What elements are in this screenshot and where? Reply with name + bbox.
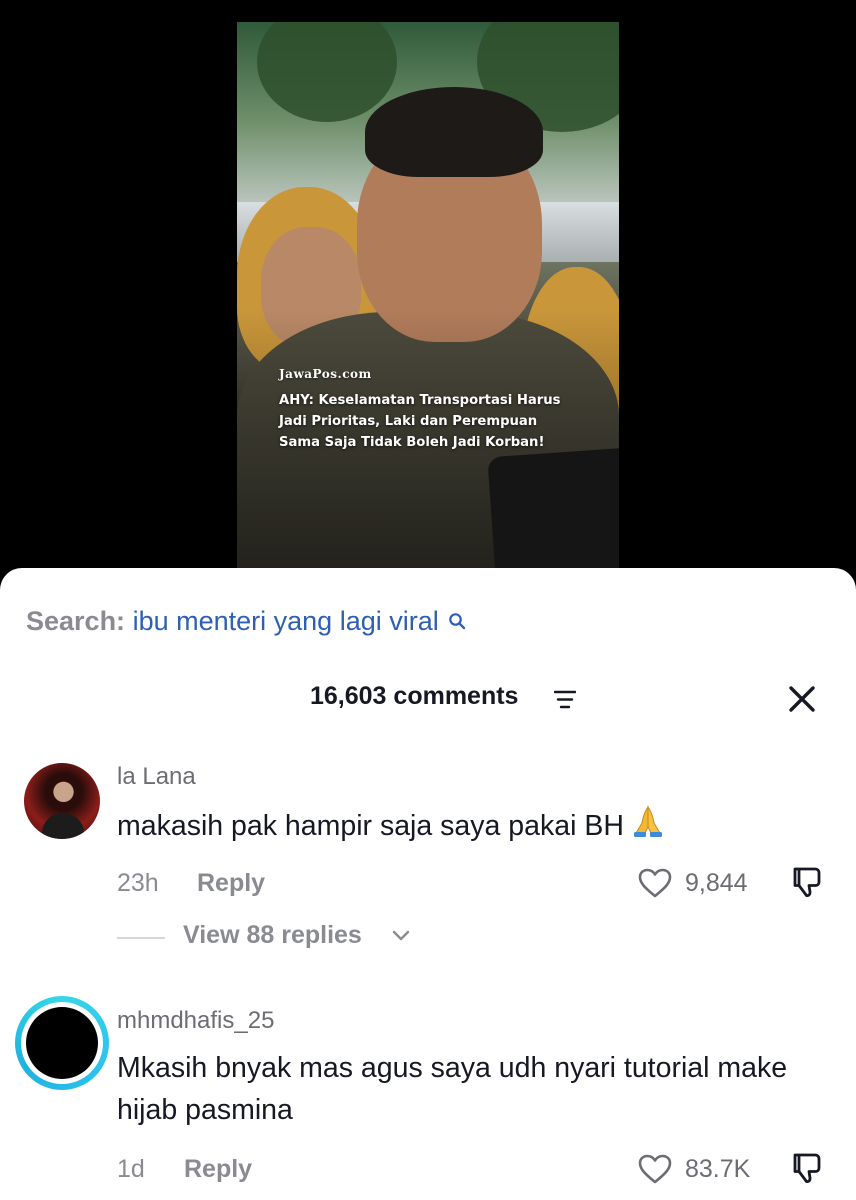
comments-header: 16,603 comments: [0, 680, 856, 720]
comments-count: 16,603 comments: [310, 682, 519, 710]
comment-username[interactable]: mhmdhafis_25: [117, 1007, 274, 1035]
comment-text-content: makasih pak hampir saja saya pakai BH: [117, 810, 624, 842]
heart-icon[interactable]: [637, 1153, 673, 1192]
video-phone: [487, 446, 619, 570]
avatar[interactable]: [24, 763, 100, 839]
avatar[interactable]: [26, 1007, 98, 1079]
like-group: 83.7K: [637, 1153, 847, 1185]
filter-icon[interactable]: [553, 690, 577, 715]
comment-text: Mkasih bnyak mas agus saya udh nyari tut…: [117, 1052, 788, 1126]
search-suggestion[interactable]: Search: ibu menteri yang lagi viral: [26, 606, 466, 637]
comments-sheet: Search: ibu menteri yang lagi viral 16,6…: [0, 568, 856, 1200]
video-frame[interactable]: JawaPos.com AHY: Keselamatan Transportas…: [237, 22, 619, 570]
comment-time: 1d: [117, 1155, 145, 1183]
view-replies-line: [117, 937, 165, 939]
chevron-down-icon[interactable]: [392, 929, 410, 947]
comment-time: 23h: [117, 869, 159, 897]
comment-username[interactable]: la Lana: [117, 763, 196, 791]
like-count: 9,844: [685, 869, 748, 897]
avatar-figure: [42, 813, 84, 839]
heart-icon[interactable]: [637, 867, 673, 906]
close-icon[interactable]: [787, 684, 817, 719]
folded-hands-icon: [630, 803, 666, 851]
video-headline-line: Jadi Prioritas, Laki dan Perempuan: [279, 414, 538, 429]
video-headline: AHY: Keselamatan Transportasi Harus Jadi…: [279, 390, 589, 453]
view-replies-button[interactable]: View 88 replies: [183, 921, 362, 950]
dislike-icon[interactable]: [789, 1151, 825, 1192]
search-prefix: Search:: [26, 606, 126, 636]
search-icon[interactable]: [448, 606, 466, 637]
video-headline-line: Sama Saja Tidak Boleh Jadi Korban!: [279, 435, 545, 450]
comment-text: makasih pak hampir saja saya pakai BH: [117, 803, 837, 851]
video-player[interactable]: JawaPos.com AHY: Keselamatan Transportas…: [0, 0, 856, 600]
video-headline-line: AHY: Keselamatan Transportasi Harus: [279, 393, 561, 408]
dislike-icon[interactable]: [789, 865, 825, 906]
search-term[interactable]: ibu menteri yang lagi viral: [133, 606, 439, 636]
video-brand: JawaPos.com: [279, 367, 372, 381]
video-main-hair: [365, 87, 543, 177]
like-count: 83.7K: [685, 1155, 751, 1183]
like-group: 9,844: [637, 867, 847, 899]
reply-button[interactable]: Reply: [197, 869, 265, 898]
reply-button[interactable]: Reply: [184, 1155, 252, 1184]
